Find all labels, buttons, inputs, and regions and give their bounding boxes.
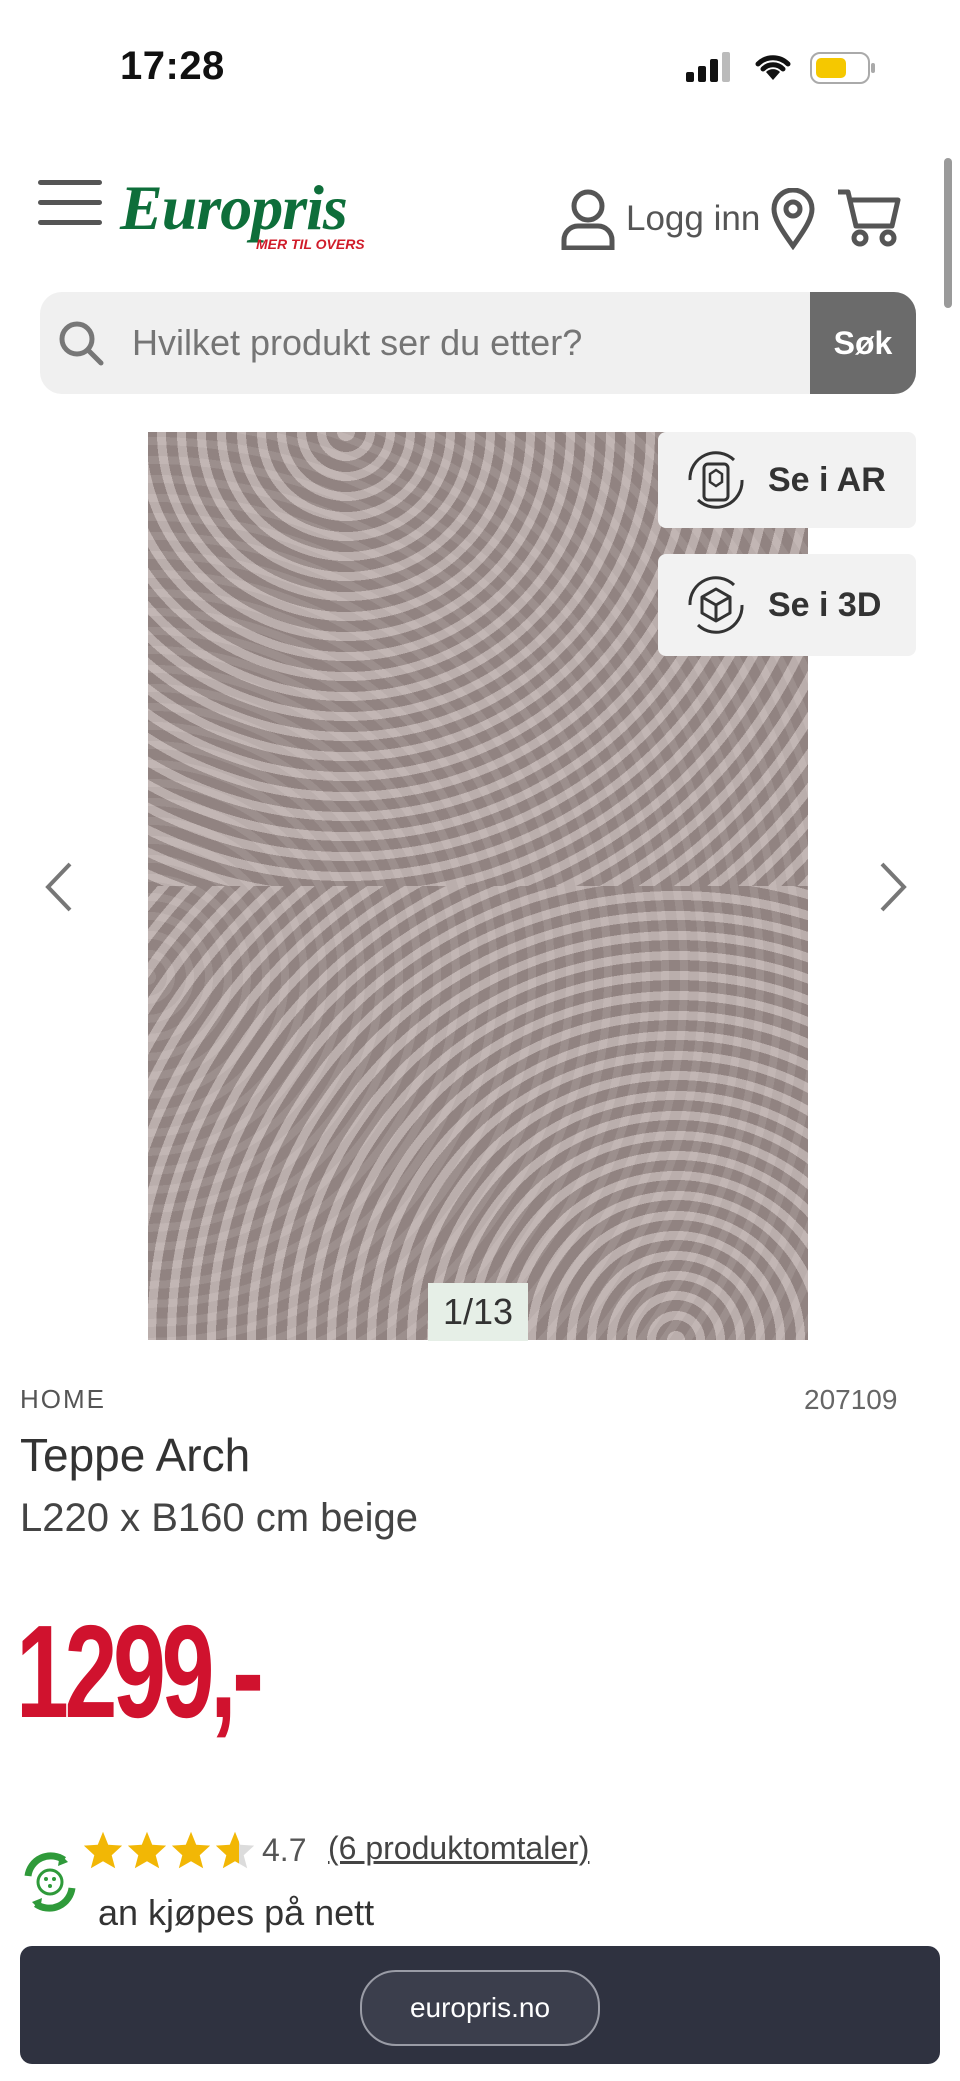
shopping-cart-icon[interactable] (836, 186, 902, 253)
login-button[interactable]: Logg inn (560, 188, 760, 250)
product-subtitle: L220 x B160 cm beige (20, 1496, 419, 1540)
product-sku: 207109 (804, 1384, 898, 1415)
3d-label: Se i 3D (768, 585, 882, 624)
cellular-signal-icon (686, 52, 732, 87)
view-in-3d-button[interactable]: Se i 3D (658, 554, 916, 656)
rating-value: 4.7 (262, 1832, 307, 1868)
search-button[interactable]: Søk (810, 292, 916, 394)
store-location-icon[interactable] (770, 187, 816, 255)
online-availability: an kjøpes på nett (98, 1892, 375, 1933)
ar-phone-icon (688, 451, 744, 509)
europris-logo[interactable]: Europris MER TIL OVERS (120, 172, 365, 253)
view-in-ar-button[interactable]: Se i AR (658, 432, 916, 528)
login-label: Logg inn (626, 199, 761, 238)
logo-text: Europris (120, 172, 348, 243)
user-icon (561, 189, 615, 250)
star-icon (83, 1831, 123, 1869)
page-scrollbar[interactable] (944, 158, 952, 308)
product-title: Teppe Arch (20, 1429, 251, 1481)
star-half-icon (215, 1831, 255, 1869)
ar-label: Se i AR (768, 460, 886, 499)
logo-tagline: MER TIL OVERS (256, 236, 365, 252)
wifi-icon (752, 50, 794, 87)
search-icon (58, 320, 104, 371)
search-input[interactable] (120, 292, 864, 394)
hamburger-menu-icon[interactable] (38, 180, 102, 230)
rating-stars[interactable] (82, 1830, 256, 1870)
star-icon (171, 1831, 211, 1869)
status-time: 17:28 (120, 44, 225, 88)
search-bar: Søk (40, 292, 916, 394)
browser-url-pill[interactable]: europris.no (360, 1970, 600, 2046)
next-image-chevron-icon[interactable] (872, 860, 912, 919)
image-counter: 1/13 (428, 1283, 528, 1341)
3d-cube-icon (688, 576, 744, 634)
reviews-link[interactable]: (6 produktomtaler) (328, 1830, 589, 1867)
reviews-link-text[interactable]: (6 produktomtaler) (328, 1830, 589, 1866)
product-brand[interactable]: HOME (20, 1384, 106, 1415)
previous-image-chevron-icon[interactable] (40, 860, 80, 919)
battery-icon (810, 52, 876, 89)
recycle-badge-icon[interactable] (16, 1848, 84, 1916)
product-price: 1299,- (16, 1598, 264, 1745)
star-icon (127, 1831, 167, 1869)
